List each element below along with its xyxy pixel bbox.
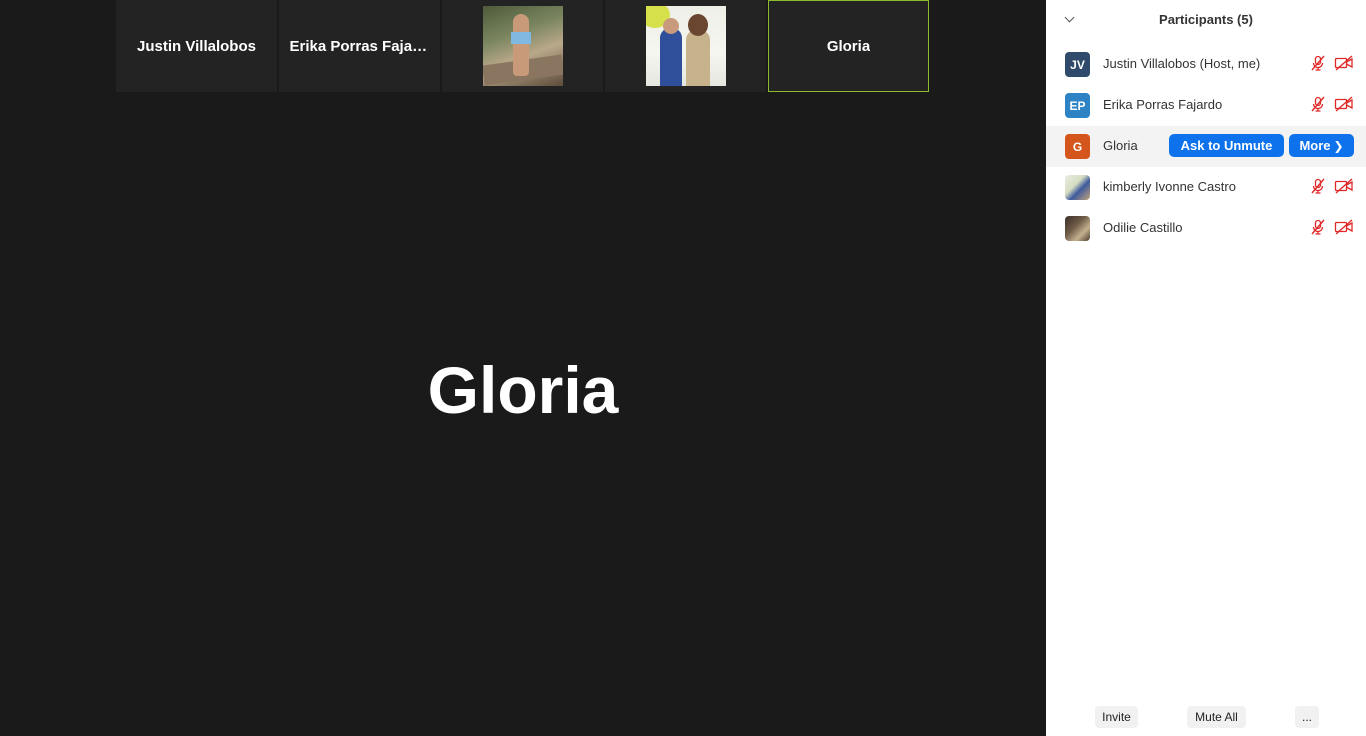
participant-row[interactable]: Odilie Castillo	[1046, 208, 1366, 249]
participant-name: Erika Porras Fajardo	[1103, 97, 1223, 112]
more-button[interactable]: More ❯	[1289, 134, 1354, 157]
participant-photo	[645, 6, 726, 86]
participant-photo	[482, 6, 563, 86]
avatar: EP	[1065, 93, 1090, 118]
ask-to-unmute-label: Ask to Unmute	[1180, 138, 1273, 153]
thumbnail-gloria-active-speaker[interactable]: Gloria	[768, 0, 929, 92]
participant-name: kimberly Ivonne Castro	[1103, 179, 1236, 194]
participant-row[interactable]: G Gloria Ask to Unmute More ❯	[1046, 126, 1366, 167]
thumbnail-name: Gloria	[826, 37, 871, 55]
thumbnail-justin[interactable]: Justin Villalobos	[116, 0, 277, 92]
thumbnail-kimberly[interactable]	[605, 0, 766, 92]
thumbnail-odilie[interactable]	[442, 0, 603, 92]
participant-list: JV Justin Villalobos (Host, me) EP Erika…	[1046, 44, 1366, 249]
thumbnail-name: Justin Villalobos	[137, 37, 256, 55]
video-off-icon[interactable]	[1334, 178, 1354, 194]
video-off-icon[interactable]	[1334, 55, 1354, 71]
active-speaker-name: Gloria	[427, 353, 619, 427]
mic-muted-icon[interactable]	[1310, 96, 1326, 112]
participant-name: Justin Villalobos (Host, me)	[1103, 56, 1261, 71]
avatar: G	[1065, 134, 1090, 159]
mic-muted-icon[interactable]	[1310, 219, 1326, 235]
invite-button[interactable]: Invite	[1095, 706, 1138, 728]
thumbnail-strip: Justin Villalobos Erika Porras Fajardo G…	[116, 0, 929, 92]
participant-row[interactable]: JV Justin Villalobos (Host, me)	[1046, 44, 1366, 85]
avatar	[1065, 175, 1090, 200]
more-options-button[interactable]: ...	[1295, 706, 1319, 728]
avatar	[1065, 216, 1090, 241]
video-off-icon[interactable]	[1334, 219, 1354, 235]
video-off-icon[interactable]	[1334, 96, 1354, 112]
participants-panel: Participants (5) JV Justin Villalobos (H…	[1046, 0, 1366, 736]
participant-row[interactable]: EP Erika Porras Fajardo	[1046, 85, 1366, 126]
panel-header: Participants (5)	[1046, 0, 1366, 40]
participant-name: Gloria	[1103, 138, 1138, 153]
avatar: JV	[1065, 52, 1090, 77]
panel-footer: Invite Mute All ...	[1046, 706, 1366, 728]
chevron-right-icon: ❯	[1333, 139, 1344, 153]
mic-muted-icon[interactable]	[1310, 178, 1326, 194]
thumbnail-erika[interactable]: Erika Porras Fajardo	[279, 0, 440, 92]
more-label: More	[1299, 138, 1331, 153]
thumbnail-name: Erika Porras Fajardo	[289, 37, 430, 55]
mic-muted-icon[interactable]	[1310, 55, 1326, 71]
participant-name: Odilie Castillo	[1103, 220, 1183, 235]
video-area: Justin Villalobos Erika Porras Fajardo G…	[0, 0, 1046, 736]
ask-to-unmute-button[interactable]: Ask to Unmute	[1169, 134, 1284, 157]
participant-row[interactable]: kimberly Ivonne Castro	[1046, 167, 1366, 208]
panel-title: Participants (5)	[1159, 12, 1253, 27]
mute-all-button[interactable]: Mute All	[1187, 706, 1246, 728]
